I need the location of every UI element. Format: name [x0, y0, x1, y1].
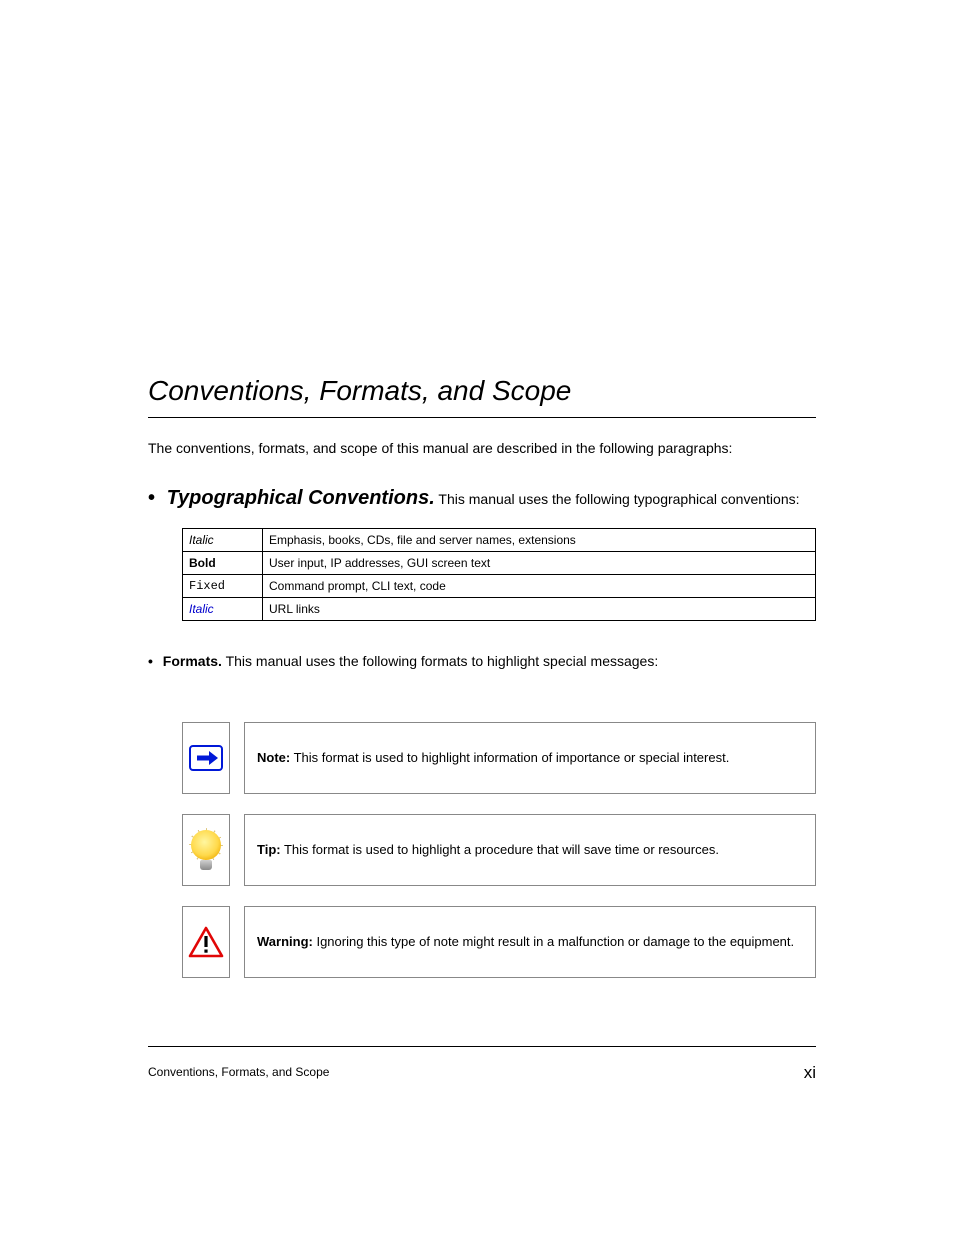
warning-text-box: Warning: Ignoring this type of note migh… — [244, 906, 816, 978]
typo-intro-text: This manual uses the following typograph… — [435, 491, 800, 507]
formats-label: Formats. — [163, 653, 222, 669]
lightbulb-icon — [189, 830, 223, 870]
use-cell: Emphasis, books, CDs, file and server na… — [263, 529, 816, 552]
content-area: Conventions, Formats, and Scope The conv… — [148, 375, 816, 998]
style-cell: Fixed — [183, 575, 263, 598]
typographical-heading: • Typographical Conventions. This manual… — [148, 487, 816, 510]
warning-icon-box — [182, 906, 230, 978]
footer-rule — [148, 1046, 816, 1047]
use-cell: Command prompt, CLI text, code — [263, 575, 816, 598]
warning-body: Ignoring this type of note might result … — [316, 934, 794, 949]
bullet: • — [148, 653, 153, 669]
footer-page-number: xi — [804, 1063, 816, 1083]
use-cell: URL links — [263, 598, 816, 621]
intro-paragraph: The conventions, formats, and scope of t… — [148, 438, 816, 459]
table-row: Bold User input, IP addresses, GUI scree… — [183, 552, 816, 575]
style-cell: Bold — [183, 552, 263, 575]
tip-text-box: Tip: This format is used to highlight a … — [244, 814, 816, 886]
typo-title-text: Typographical Conventions. — [167, 487, 435, 509]
table-row: Fixed Command prompt, CLI text, code — [183, 575, 816, 598]
tip-body: This format is used to highlight a proce… — [284, 842, 719, 857]
note-text-box: Note: This format is used to highlight i… — [244, 722, 816, 794]
callouts-container: Note: This format is used to highlight i… — [182, 722, 816, 978]
table-row: Italic Emphasis, books, CDs, file and se… — [183, 529, 816, 552]
bullet: • — [148, 487, 155, 509]
table-row: Italic URL links — [183, 598, 816, 621]
note-icon-box — [182, 722, 230, 794]
use-cell: User input, IP addresses, GUI screen tex… — [263, 552, 816, 575]
arrow-right-icon — [189, 745, 223, 771]
tip-label: Tip: — [257, 842, 281, 857]
conventions-table: Italic Emphasis, books, CDs, file and se… — [182, 528, 816, 621]
style-cell: Italic — [183, 529, 263, 552]
warning-triangle-icon — [188, 926, 224, 958]
heading-rule — [148, 417, 816, 418]
style-cell: Italic — [183, 598, 263, 621]
note-callout: Note: This format is used to highlight i… — [182, 722, 816, 794]
section-heading: Conventions, Formats, and Scope — [148, 375, 816, 407]
callouts-intro-text: This manual uses the following formats t… — [226, 653, 659, 669]
warning-callout: Warning: Ignoring this type of note migh… — [182, 906, 816, 978]
note-body: This format is used to highlight informa… — [294, 750, 730, 765]
conventions-tbody: Italic Emphasis, books, CDs, file and se… — [183, 529, 816, 621]
warning-label: Warning: — [257, 934, 313, 949]
document-page: Conventions, Formats, and Scope The conv… — [0, 0, 954, 1235]
callouts-intro: • Formats. This manual uses the followin… — [148, 651, 816, 672]
footer-left-text: Conventions, Formats, and Scope — [148, 1065, 329, 1079]
note-label: Note: — [257, 750, 290, 765]
tip-callout: Tip: This format is used to highlight a … — [182, 814, 816, 886]
tip-icon-box — [182, 814, 230, 886]
